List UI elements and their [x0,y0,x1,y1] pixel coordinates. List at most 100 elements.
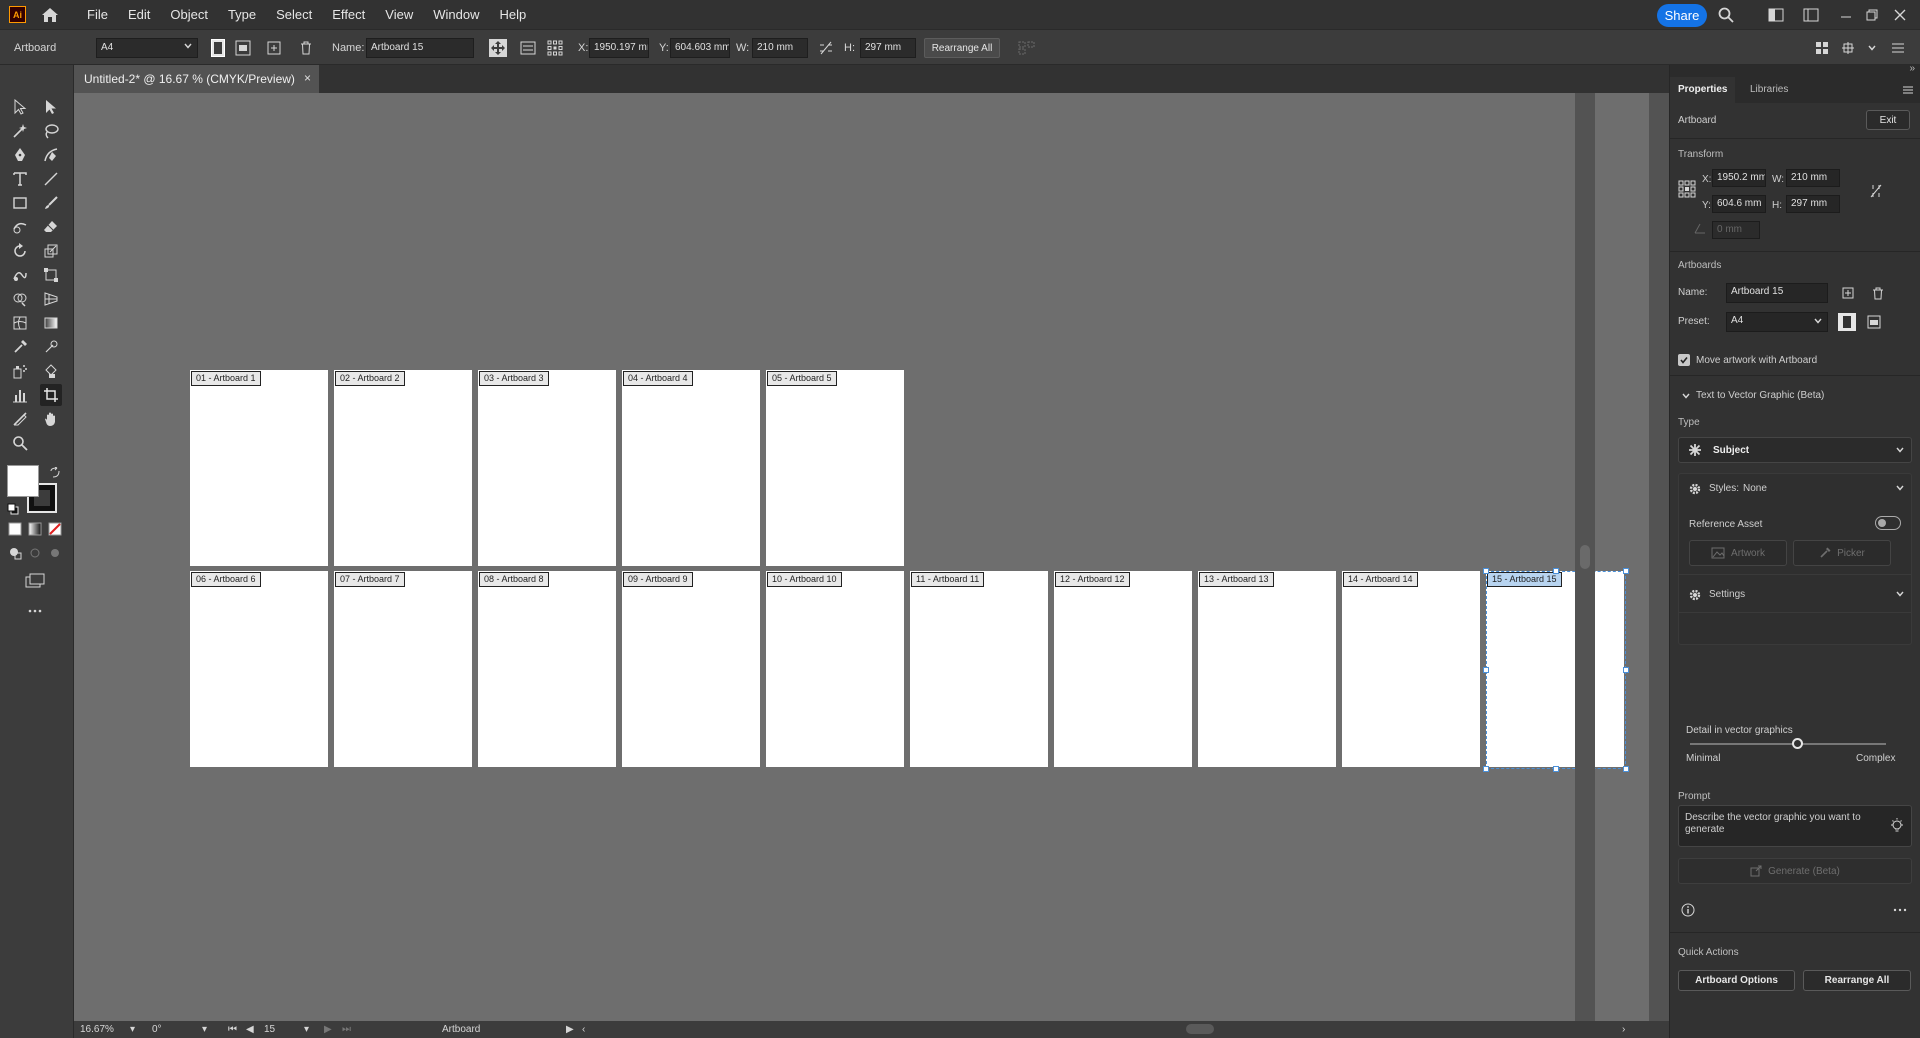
free-transform-tool-icon[interactable] [40,264,62,286]
menu-item-object[interactable]: Object [160,0,218,29]
scroll-left-icon[interactable]: ‹ [582,1024,585,1035]
prompt-input[interactable]: Describe the vector graphic you want to … [1678,805,1912,847]
line-segment-tool-icon[interactable] [40,168,62,190]
chevron-down-icon[interactable]: ▾ [304,1024,309,1035]
tab-libraries[interactable]: Libraries [1742,77,1796,103]
resize-handle[interactable] [1623,667,1629,673]
more-tools-icon[interactable] [24,600,46,622]
slice-tool-icon[interactable] [9,408,31,430]
panel-menu-icon[interactable] [1900,82,1916,98]
collapse-panel-icon[interactable]: » [1909,63,1915,74]
selection-tool-icon[interactable] [9,96,31,118]
resize-handle[interactable] [1483,568,1489,574]
color-mode-icon[interactable] [6,520,24,538]
draw-inside-icon[interactable] [46,544,64,562]
menu-item-window[interactable]: Window [423,0,489,29]
landscape-orientation-icon[interactable] [1866,314,1882,330]
artboard[interactable] [478,571,616,767]
swap-fill-stroke-icon[interactable] [49,467,61,479]
info-icon[interactable] [1680,902,1696,918]
y-position-input[interactable]: 604.603 mm [670,38,730,58]
align-grid-icon[interactable] [1018,38,1038,58]
artboard[interactable] [910,571,1048,767]
delete-artboard-icon[interactable] [296,38,316,58]
exit-button[interactable]: Exit [1866,110,1910,130]
transform-h-input[interactable]: 297 mm [1786,195,1840,213]
picker-button[interactable]: Picker [1793,540,1891,566]
transform-panel-icon[interactable] [1838,38,1858,58]
artboard[interactable] [622,571,760,767]
search-icon[interactable] [1716,5,1736,25]
menu-item-effect[interactable]: Effect [322,0,375,29]
transform-y-input[interactable]: 604.6 mm [1712,195,1766,213]
workspace-switcher-icon[interactable] [1766,5,1786,25]
menu-item-view[interactable]: View [375,0,423,29]
artboard-name-field[interactable]: Artboard 15 [1726,283,1828,303]
menu-item-help[interactable]: Help [489,0,536,29]
rotate-tool-icon[interactable] [9,240,31,262]
restore-icon[interactable] [1862,5,1882,25]
curvature-tool-icon[interactable] [40,144,62,166]
resize-handle[interactable] [1553,568,1559,574]
artboard[interactable] [1054,571,1192,767]
pen-tool-icon[interactable] [9,144,31,166]
artboard[interactable] [190,370,328,566]
share-button[interactable]: Share [1657,4,1707,27]
artboard-name-input[interactable]: Artboard 15 [366,38,474,58]
live-paint-bucket-icon[interactable] [40,360,62,382]
vertical-scroll-thumb[interactable] [1580,545,1590,569]
artboard-label[interactable]: 09 - Artboard 9 [623,572,693,587]
magic-wand-tool-icon[interactable] [9,120,31,142]
lasso-tool-icon[interactable] [40,120,62,142]
move-artwork-icon[interactable] [488,38,508,58]
chevron-down-icon[interactable]: ▾ [202,1024,207,1035]
resize-handle[interactable] [1553,766,1559,772]
resize-handle[interactable] [1623,766,1629,772]
generate-button[interactable]: Generate (Beta) [1678,858,1912,884]
artboard[interactable] [478,370,616,566]
shaper-tool-icon[interactable] [9,216,31,238]
transform-w-input[interactable]: 210 mm [1786,169,1840,187]
last-artboard-icon[interactable]: ⏭ [342,1024,351,1035]
x-position-input[interactable]: 1950.197 mı [589,38,649,58]
artboard[interactable] [622,370,760,566]
shape-builder-tool-icon[interactable] [9,288,31,310]
move-artwork-checkbox[interactable] [1678,354,1690,366]
artboard-options-icon[interactable] [518,38,538,58]
type-tool-icon[interactable] [9,168,31,190]
eraser-tool-icon[interactable] [40,216,62,238]
artboard-tool-icon[interactable] [40,384,62,406]
artboard-number[interactable]: 15 [264,1024,275,1035]
artboard[interactable] [190,571,328,767]
artboard[interactable] [1342,571,1480,767]
rotation-value[interactable]: 0° [152,1024,162,1035]
portrait-orientation-icon[interactable] [208,38,228,58]
reference-point-icon[interactable] [545,38,565,58]
height-input[interactable]: 297 mm [860,38,916,58]
styles-value[interactable]: None [1743,483,1767,494]
none-mode-icon[interactable] [46,520,64,538]
resize-handle[interactable] [1483,766,1489,772]
column-graph-tool-icon[interactable] [9,384,31,406]
resize-handle[interactable] [1623,568,1629,574]
draw-behind-icon[interactable] [26,544,44,562]
panel-menu-icon[interactable] [1888,38,1908,58]
artboard-label[interactable]: 01 - Artboard 1 [191,371,261,386]
horizontal-scroll-thumb[interactable] [1186,1024,1214,1034]
default-colors-icon[interactable] [7,503,19,515]
more-options-icon[interactable] [1892,902,1908,918]
chevron-down-icon[interactable] [1678,388,1694,404]
canvas[interactable]: 01 - Artboard 1 02 - Artboard 2 03 - Artbo… [74,93,1649,1021]
artboard[interactable] [766,370,904,566]
screen-mode-icon[interactable] [24,570,46,592]
artboard[interactable] [334,571,472,767]
artboard-label[interactable]: 07 - Artboard 7 [335,572,405,587]
previous-artboard-icon[interactable]: ◀ [246,1024,254,1035]
constrain-proportions-icon[interactable] [1868,183,1884,199]
chevron-down-icon[interactable] [1895,589,1905,599]
scale-tool-icon[interactable] [40,240,62,262]
artboard-label[interactable]: 04 - Artboard 4 [623,371,693,386]
paintbrush-tool-icon[interactable] [40,192,62,214]
reference-asset-toggle[interactable] [1875,516,1901,530]
new-artboard-icon[interactable] [1840,285,1856,301]
